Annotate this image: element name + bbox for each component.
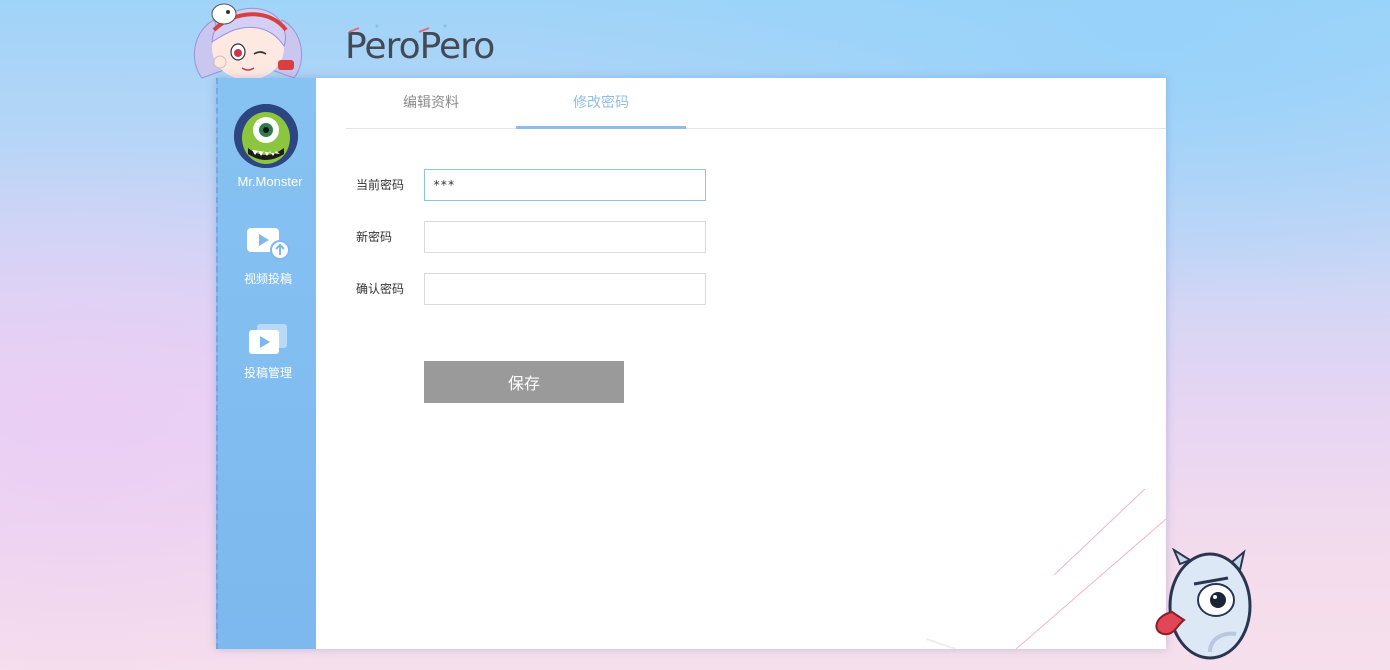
tab-change-password[interactable]: 修改密码: [516, 78, 686, 129]
sidebar-item-video-upload[interactable]: 视频投稿: [218, 226, 318, 287]
save-button[interactable]: 保存: [424, 361, 624, 403]
tab-bar: 编辑资料 修改密码: [346, 78, 1166, 129]
video-manage-icon: [249, 324, 287, 354]
sidebar: Mr.Monster 视频投稿 投稿管理: [216, 78, 316, 649]
confirm-password-label: 确认密码: [356, 282, 405, 296]
video-upload-icon: [247, 228, 290, 260]
username-label: Mr.Monster: [237, 174, 303, 189]
sidebar-item-label: 视频投稿: [243, 272, 292, 286]
confirm-password-input[interactable]: [424, 273, 706, 305]
content-area: 编辑资料 修改密码 当前密码 新密码 确认密码 保存: [316, 78, 1166, 649]
monster-avatar-icon: [234, 104, 298, 168]
ghost-mascot-image: [1155, 548, 1252, 660]
decorative-lines: [926, 489, 1166, 649]
sidebar-item-label: 投稿管理: [243, 366, 292, 380]
current-password-input[interactable]: [424, 169, 706, 201]
new-password-input[interactable]: [424, 221, 706, 253]
current-password-label: 当前密码: [356, 178, 405, 192]
new-password-label: 新密码: [356, 230, 393, 244]
user-avatar[interactable]: [234, 104, 298, 168]
main-panel: Mr.Monster 视频投稿 投稿管理 编辑资料 修改密码 当前密码 *** …: [216, 78, 1166, 649]
tab-edit-profile[interactable]: 编辑资料: [346, 78, 516, 129]
peropero-logo: PeroPero: [345, 24, 495, 64]
sidebar-item-video-manage[interactable]: 投稿管理: [218, 322, 318, 381]
anime-girl-mascot-image: [193, 3, 303, 80]
